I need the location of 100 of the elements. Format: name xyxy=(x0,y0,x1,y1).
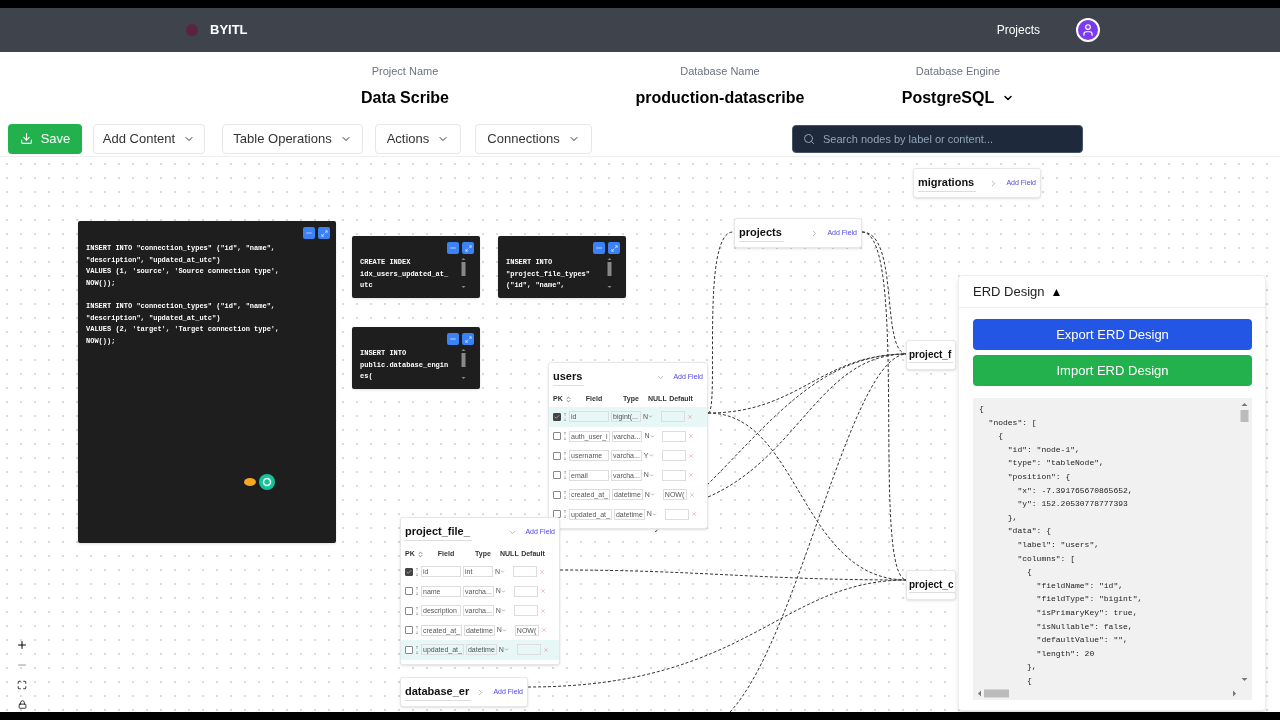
default-input[interactable] xyxy=(513,605,538,617)
table-name: projects xyxy=(739,224,784,242)
delete-icon[interactable] xyxy=(542,646,549,653)
field-label: Database Name xyxy=(680,64,760,79)
table-name: project_c xyxy=(909,577,956,593)
default-input[interactable] xyxy=(513,585,538,597)
table-node[interactable]: project_c xyxy=(906,570,956,600)
logo-icon[interactable] xyxy=(186,24,198,36)
json-text: { "nodes": [ { "id": "node-1", "type": "tableNode", "position": { "x": -7.391765670865652, "y": 152.20530778777393 }, "data": { "label": "users", "columns": [ { "fieldName": "id", "fieldType": "bigint", "isPrimaryKey": true, "isNullable": false, "defaultValue": "", "length": 20 }, { xyxy=(979,403,1143,687)
minus-icon xyxy=(305,229,313,237)
fullscreen-button[interactable] xyxy=(462,333,474,345)
menu-dropdown[interactable]: Add Content xyxy=(93,123,205,154)
fullscreen-button[interactable] xyxy=(608,242,620,254)
project-field-value: Data Scribe xyxy=(360,87,449,108)
delete-icon[interactable] xyxy=(539,588,546,595)
caret-icon xyxy=(651,511,657,517)
caret-icon xyxy=(649,433,655,439)
pk-checkbox[interactable] xyxy=(553,412,561,421)
check-icon xyxy=(406,568,412,575)
default-input[interactable] xyxy=(662,430,687,442)
delete-icon[interactable] xyxy=(688,433,695,440)
fit-view-icon xyxy=(17,679,27,690)
pk-checkbox[interactable] xyxy=(405,567,413,576)
default-input[interactable] xyxy=(661,411,685,423)
caret-icon xyxy=(503,647,509,653)
minimize-button[interactable] xyxy=(447,333,459,345)
field-label: Project Name xyxy=(371,64,439,79)
table-name: project_file_ xyxy=(405,523,472,541)
pk-checkbox[interactable] xyxy=(553,451,561,460)
avatar-icon[interactable] xyxy=(1076,18,1100,42)
minimize-button[interactable] xyxy=(447,242,459,254)
search-field[interactable]: Search nodes by label or content... xyxy=(792,124,1083,153)
lock-icon xyxy=(17,700,27,709)
pk-checkbox[interactable] xyxy=(553,432,561,441)
sort-icon[interactable] xyxy=(565,395,572,403)
menu-dropdown[interactable]: Connections xyxy=(475,123,592,154)
sort-icon[interactable] xyxy=(417,550,424,558)
scrollbar-drawing xyxy=(607,258,612,288)
collapse-toggle[interactable]: ▲ xyxy=(1050,282,1063,301)
table-name: project_f xyxy=(909,347,954,363)
sql-node[interactable] xyxy=(78,221,336,543)
user-icon xyxy=(1081,23,1095,37)
scrollbar-drawing xyxy=(461,258,466,288)
check-icon xyxy=(554,413,560,420)
projects-link[interactable]: Projects xyxy=(996,21,1040,39)
default-input[interactable] xyxy=(661,450,686,462)
caret-icon xyxy=(501,627,507,633)
pk-checkbox[interactable] xyxy=(405,645,413,654)
delete-icon[interactable] xyxy=(690,511,697,518)
table-name: users xyxy=(553,368,585,386)
json-editor[interactable] xyxy=(973,398,1252,700)
pk-checkbox[interactable] xyxy=(553,471,561,480)
caret-icon xyxy=(500,569,506,575)
delete-icon[interactable] xyxy=(539,607,546,614)
plus-icon xyxy=(16,638,28,651)
export-button[interactable]: Export ERD Design xyxy=(973,319,1252,350)
table-name: database_er xyxy=(405,683,472,701)
menu-dropdown[interactable]: Table Operations xyxy=(222,123,363,154)
project-field-value: production-datascribe xyxy=(635,87,805,108)
expand-icon xyxy=(320,229,328,237)
search-icon xyxy=(803,132,815,145)
caret-icon xyxy=(500,608,506,614)
delete-icon[interactable] xyxy=(540,627,547,634)
expand-icon xyxy=(610,244,618,252)
caret-icon xyxy=(500,588,506,594)
expand-icon xyxy=(464,244,472,252)
delete-icon[interactable] xyxy=(687,452,694,459)
brand-name: BYITL xyxy=(210,21,248,40)
default-input[interactable] xyxy=(516,644,541,656)
fullscreen-button[interactable] xyxy=(462,242,474,254)
minus-icon xyxy=(449,335,457,343)
default-input[interactable] xyxy=(664,508,689,520)
pk-checkbox[interactable] xyxy=(405,587,413,596)
table-node[interactable]: project_f xyxy=(906,340,956,370)
delete-icon[interactable] xyxy=(687,472,694,479)
default-input[interactable] xyxy=(661,469,686,481)
menu-dropdown[interactable]: Actions xyxy=(375,123,461,154)
engine-select[interactable]: PostgreSQL xyxy=(901,85,1015,110)
minimize-button[interactable] xyxy=(303,227,315,239)
caret-icon xyxy=(648,453,654,459)
caret-icon xyxy=(648,472,654,478)
caret-icon xyxy=(648,414,654,420)
panel-title: ERD Design xyxy=(973,282,1045,301)
delete-icon[interactable] xyxy=(687,413,693,420)
default-input[interactable] xyxy=(513,566,537,578)
field-label: Database Engine xyxy=(915,64,1001,79)
minimize-button[interactable] xyxy=(593,242,605,254)
scrollbar-drawing xyxy=(461,349,466,379)
minus-icon xyxy=(449,244,457,252)
pk-checkbox[interactable] xyxy=(405,606,413,615)
pk-checkbox[interactable] xyxy=(553,490,561,499)
expand-icon xyxy=(464,335,472,343)
minus-icon xyxy=(595,244,603,252)
pk-checkbox[interactable] xyxy=(405,626,413,635)
download-icon xyxy=(19,132,33,145)
delete-icon[interactable] xyxy=(539,568,545,575)
extension-badge-icon xyxy=(243,473,277,491)
fullscreen-button[interactable] xyxy=(318,227,330,239)
caret-icon xyxy=(649,492,655,498)
delete-icon[interactable] xyxy=(688,491,695,498)
